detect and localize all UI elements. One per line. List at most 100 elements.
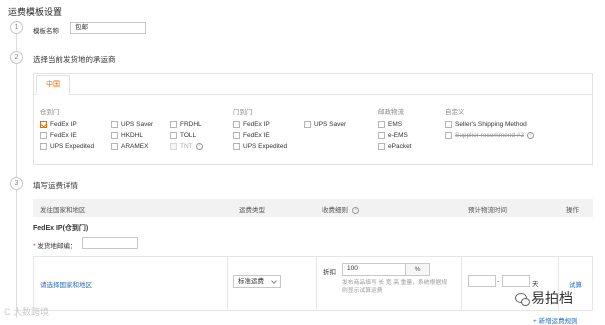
required-star: * [33,243,36,250]
time-separator: - [497,278,500,285]
watermark-right-text: 易拍档 [531,291,573,307]
checkbox-icon [378,143,385,150]
checkbox-icon [378,132,385,139]
checkbox-label: FedEx IP [243,121,270,128]
checkbox-label: FRDHL [180,121,202,128]
time-min-input[interactable] [468,275,496,287]
checkbox-label: UPS Expedited [243,143,288,150]
step-number-3: 3 [10,177,23,190]
checkbox-label: TNT [180,143,193,150]
checkbox-label: FedEx IP [50,121,77,128]
checkbox-label: HKDHL [121,132,144,139]
template-name-input[interactable]: 包邮 [70,22,146,34]
carrier-tab-bar [33,73,593,95]
checkbox-ups-expedited[interactable]: UPS Expedited [40,143,94,150]
time-max-input[interactable] [502,275,530,287]
checkbox-e-ems[interactable]: e-EMS [378,132,408,139]
th-action: 操作 [566,207,579,214]
help-icon[interactable]: ? [351,206,359,214]
template-name-label: 模板名称 [33,28,59,35]
checkbox-icon [304,121,311,128]
checkbox-label: UPS Saver [121,121,154,128]
checkbox-epacket[interactable]: ePacket [378,143,412,150]
th-freight-type: 运费类型 [239,207,265,214]
group-head-postal: 邮政物流 [378,109,404,116]
checkbox-checked-icon [40,121,47,128]
checkbox-label: ePacket [388,143,412,150]
checkbox-label: FedEx IE [50,132,77,139]
checkbox-supplier-recommend[interactable]: Supplier recommend #2 ? [445,132,535,139]
zip-label: * 发货地邮编： [33,240,76,250]
checkbox-fedex-ie[interactable]: FedEx IE [40,132,77,139]
checkbox-icon [233,121,240,128]
row-divider [316,256,317,311]
step-title-carrier: 选择当前发货地的承运商 [33,55,116,64]
zip-input[interactable] [82,237,138,249]
watermark-right: 易拍档 [515,288,573,308]
wechat-icon [515,293,530,306]
checkbox-icon [445,121,452,128]
checkbox-icon [40,143,47,150]
checkbox-frdhl[interactable]: FRDHL [170,121,202,128]
th-delivery-time: 预计物流时间 [468,207,507,214]
page-title: 运费模板设置 [8,7,63,17]
checkbox-aramex[interactable]: ARAMEX [111,143,148,150]
discount-unit: % [406,263,430,276]
table-header [33,199,593,217]
checkbox-ems[interactable]: EMS [378,121,402,128]
checkbox-disabled-icon [170,143,177,150]
group-head-custom: 自定义 [445,109,465,116]
watermark-left: C 大数跨境 [4,307,50,317]
chevron-down-icon [271,278,277,284]
row-divider [227,256,228,311]
step-number-1: 1 [10,21,23,34]
checkbox-icon [111,132,118,139]
tab-china[interactable]: 中国 [36,75,70,95]
time-unit: 天 [532,281,539,288]
select-region-link[interactable]: 请选择国家和地区 [40,279,92,289]
freight-type-value: 标准运费 [238,278,264,285]
checkbox-icon [233,132,240,139]
checkbox-label: TOLL [180,132,197,139]
add-freight-rule-link[interactable]: + 新增运费规则 [533,315,578,325]
step-number-2: 2 [10,51,23,64]
th-fee-detail-label: 收费细则 [322,207,348,214]
discount-label: 折扣 [323,269,336,276]
checkbox-icon [40,132,47,139]
freight-type-select[interactable]: 标准运费 [233,275,281,288]
checkbox-label: ARAMEX [121,143,149,150]
th-destination: 发往国家和地区 [40,207,86,214]
checkbox-d2d-fedex-ip[interactable]: FedEx IP [233,121,270,128]
checkbox-label: Seller's Shipping Method [455,121,527,128]
timeline-line [16,28,17,318]
checkbox-sellers-shipping[interactable]: Seller's Shipping Method [445,121,527,128]
checkbox-label: e-EMS [388,132,408,139]
checkbox-label: Supplier recommend #2 [455,132,525,139]
checkbox-label: UPS Expedited [50,143,95,150]
step-title-freight-details: 填写运费详情 [33,181,78,190]
checkbox-icon [378,121,385,128]
checkbox-tnt: TNT ? [170,143,203,150]
checkbox-d2d-ups-saver[interactable]: UPS Saver [304,121,346,128]
checkbox-icon [233,143,240,150]
group-head-door-to-door: 门到门 [233,109,253,116]
checkbox-icon [111,143,118,150]
checkbox-icon [170,132,177,139]
checkbox-ups-saver[interactable]: UPS Saver [111,121,153,128]
row-divider [461,256,462,311]
help-icon[interactable]: ? [195,143,203,150]
checkbox-label: EMS [388,121,403,128]
discount-hint: 发布商品填写 长 宽 高 重量，系统根据规则显示试算运费 [342,280,447,294]
checkbox-hkdhl[interactable]: HKDHL [111,132,143,139]
discount-input[interactable]: 100 [342,263,406,276]
checkbox-d2d-fedex-ie[interactable]: FedEx IE [233,132,270,139]
checkbox-d2d-ups-expedited[interactable]: UPS Expedited [233,143,287,150]
help-icon[interactable]: ? [527,132,535,139]
carrier-section-title: FedEx IP(仓到门) [33,225,89,232]
checkbox-icon [111,121,118,128]
checkbox-toll[interactable]: TOLL [170,132,196,139]
checkbox-label: UPS Saver [314,121,347,128]
checkbox-label: FedEx IE [243,132,270,139]
checkbox-icon [445,132,452,139]
checkbox-fedex-ip[interactable]: FedEx IP [40,121,77,128]
